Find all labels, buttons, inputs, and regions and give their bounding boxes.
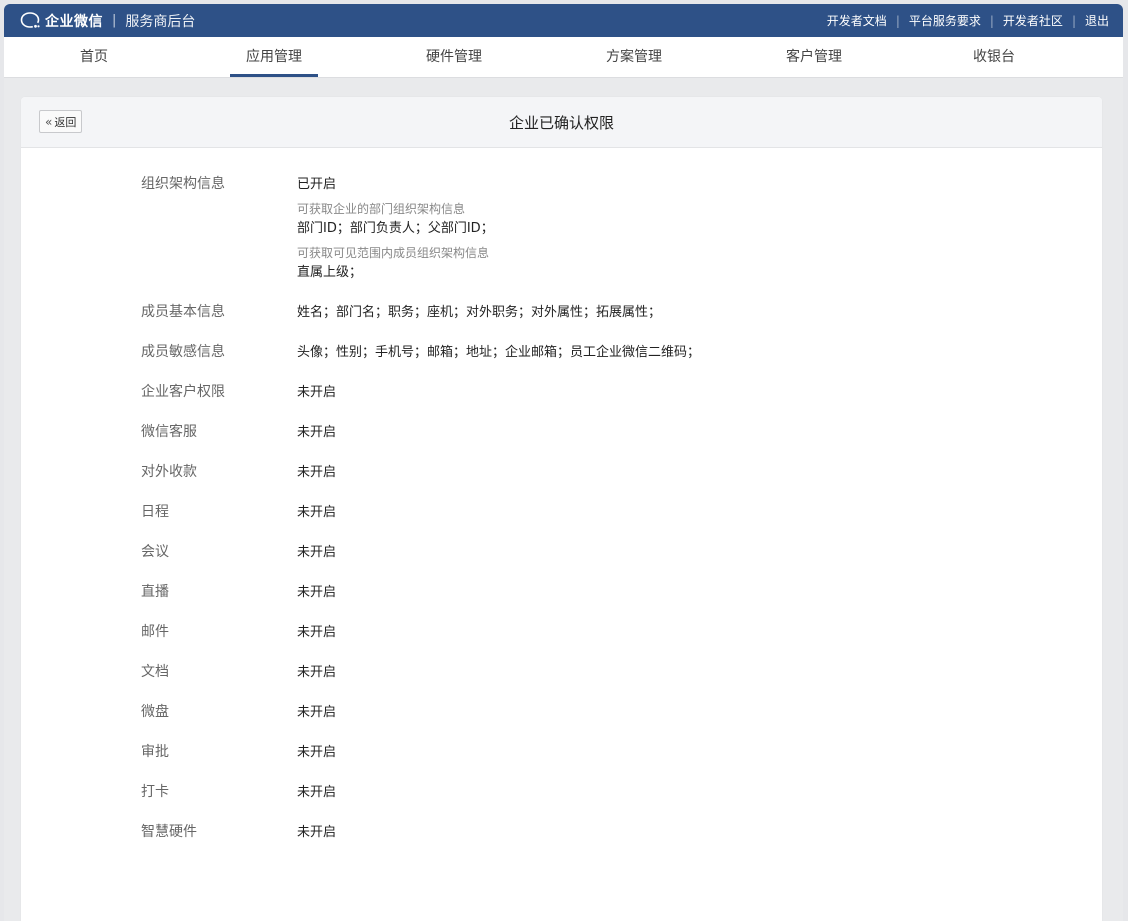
permission-label: 日程 bbox=[141, 504, 169, 520]
permission-status: 已开启 bbox=[297, 177, 337, 192]
permission-label: 组织架构信息 bbox=[141, 176, 225, 192]
permission-status: 未开启 bbox=[297, 665, 337, 680]
permission-row: 企业客户权限 未开启 bbox=[21, 382, 1102, 403]
permission-status: 未开启 bbox=[297, 825, 337, 840]
page-title: 企业已确认权限 bbox=[508, 113, 614, 132]
permission-row: 会议 未开启 bbox=[21, 542, 1102, 563]
permission-row-org: 组织架构信息 已开启 可获取企业的部门组织架构信息 部门ID；部门负责人；父部门… bbox=[21, 174, 1102, 283]
permission-label: 智慧硬件 bbox=[141, 824, 197, 840]
brand-separator: | bbox=[112, 13, 117, 28]
permission-status: 未开启 bbox=[297, 505, 337, 520]
permission-label: 企业客户权限 bbox=[141, 384, 225, 400]
permission-row: 智慧硬件 未开启 bbox=[21, 822, 1102, 843]
back-label: 返回 bbox=[54, 115, 77, 129]
nav-home[interactable]: 首页 bbox=[4, 37, 184, 77]
wecom-logo-icon bbox=[20, 11, 40, 28]
permission-row: 直播 未开启 bbox=[21, 582, 1102, 603]
top-bar: 企业微信 | 服务商后台 开发者文档 | 平台服务要求 | 开发者社区 | 退出 bbox=[4, 4, 1123, 37]
permission-label: 打卡 bbox=[141, 784, 169, 800]
nav-cashier[interactable]: 收银台 bbox=[904, 37, 1084, 77]
permission-label: 成员敏感信息 bbox=[141, 344, 225, 360]
nav-app-management[interactable]: 应用管理 bbox=[184, 37, 364, 77]
permission-label: 微盘 bbox=[141, 704, 169, 720]
permission-status: 未开启 bbox=[297, 745, 337, 760]
permission-row: 邮件 未开启 bbox=[21, 622, 1102, 643]
permission-row: 打卡 未开启 bbox=[21, 782, 1102, 803]
permission-description: 可获取可见范围内成员组织架构信息 bbox=[297, 246, 490, 260]
permission-label: 直播 bbox=[141, 584, 169, 600]
permission-label: 会议 bbox=[141, 544, 169, 560]
nav-hardware-management[interactable]: 硬件管理 bbox=[364, 37, 544, 77]
permission-fields: 部门ID；部门负责人；父部门ID； bbox=[297, 221, 494, 236]
main-nav: 首页 应用管理 硬件管理 方案管理 客户管理 收银台 bbox=[4, 37, 1123, 78]
permission-row-basic: 成员基本信息 姓名；部门名；职务；座机；对外职务；对外属性；拓展属性； bbox=[21, 302, 1102, 323]
permission-row: 日程 未开启 bbox=[21, 502, 1102, 523]
permission-status: 未开启 bbox=[297, 705, 337, 720]
permission-status: 未开启 bbox=[297, 545, 337, 560]
permission-status: 未开启 bbox=[297, 425, 337, 440]
permission-list: 组织架构信息 已开启 可获取企业的部门组织架构信息 部门ID；部门负责人；父部门… bbox=[21, 148, 1102, 843]
permission-status: 未开启 bbox=[297, 585, 337, 600]
top-links: 开发者文档 | 平台服务要求 | 开发者社区 | 退出 bbox=[827, 12, 1109, 29]
permissions-card: « 返回 企业已确认权限 组织架构信息 已开启 可获取企业的部门组织架构信息 部… bbox=[21, 97, 1102, 921]
permission-fields: 头像；性别；手机号；邮箱；地址；企业邮箱；员工企业微信二维码； bbox=[297, 345, 701, 360]
permission-row: 文档 未开启 bbox=[21, 662, 1102, 683]
link-divider: | bbox=[1071, 13, 1076, 28]
permission-fields: 直属上级； bbox=[297, 265, 363, 280]
permission-row: 审批 未开启 bbox=[21, 742, 1102, 763]
brand-name: 企业微信 bbox=[45, 13, 103, 30]
nav-solution-management[interactable]: 方案管理 bbox=[544, 37, 724, 77]
permission-status: 未开启 bbox=[297, 465, 337, 480]
dev-community-link[interactable]: 开发者社区 bbox=[1003, 12, 1063, 29]
permission-status: 未开启 bbox=[297, 625, 337, 640]
permission-label: 审批 bbox=[141, 744, 169, 760]
card-header: « 返回 企业已确认权限 bbox=[21, 97, 1102, 148]
permission-label: 对外收款 bbox=[141, 464, 197, 480]
permission-status: 未开启 bbox=[297, 785, 337, 800]
link-divider: | bbox=[895, 13, 900, 28]
permission-label: 文档 bbox=[141, 664, 169, 680]
logout-link[interactable]: 退出 bbox=[1085, 12, 1109, 29]
permission-label: 微信客服 bbox=[141, 424, 197, 440]
link-divider: | bbox=[989, 13, 994, 28]
brand-subtitle: 服务商后台 bbox=[125, 13, 196, 30]
permission-row-sensitive: 成员敏感信息 头像；性别；手机号；邮箱；地址；企业邮箱；员工企业微信二维码； bbox=[21, 342, 1102, 363]
permission-row: 微信客服 未开启 bbox=[21, 422, 1102, 443]
permission-status: 未开启 bbox=[297, 385, 337, 400]
permission-row: 微盘 未开启 bbox=[21, 702, 1102, 723]
back-button[interactable]: « 返回 bbox=[39, 110, 83, 133]
permission-value: 已开启 可获取企业的部门组织架构信息 部门ID；部门负责人；父部门ID； 可获取… bbox=[297, 174, 494, 283]
app-window: 企业微信 | 服务商后台 开发者文档 | 平台服务要求 | 开发者社区 | 退出… bbox=[4, 4, 1123, 921]
permission-description: 可获取企业的部门组织架构信息 bbox=[297, 202, 466, 216]
double-chevron-left-icon: « bbox=[45, 114, 53, 129]
nav-customer-management[interactable]: 客户管理 bbox=[724, 37, 904, 77]
platform-rules-link[interactable]: 平台服务要求 bbox=[909, 12, 981, 29]
permission-label: 邮件 bbox=[141, 624, 169, 640]
brand[interactable]: 企业微信 | 服务商后台 bbox=[20, 11, 195, 31]
permission-label: 成员基本信息 bbox=[141, 304, 225, 320]
permission-row: 对外收款 未开启 bbox=[21, 462, 1102, 483]
permission-fields: 姓名；部门名；职务；座机；对外职务；对外属性；拓展属性； bbox=[297, 305, 662, 320]
dev-docs-link[interactable]: 开发者文档 bbox=[827, 12, 887, 29]
